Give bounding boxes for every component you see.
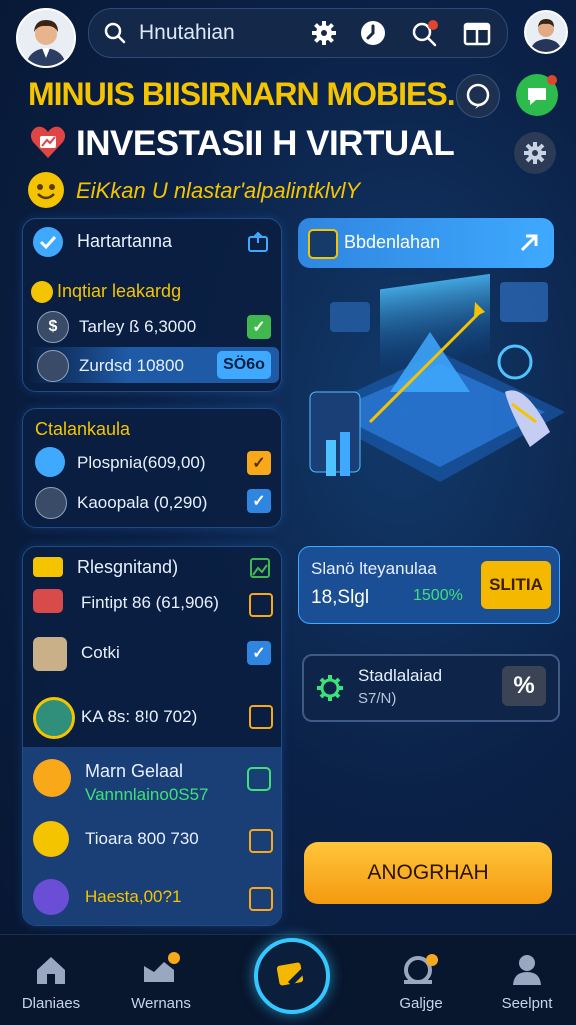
- stats-value: 18,Slgl: [311, 587, 370, 608]
- person-icon: [530, 19, 562, 52]
- stats-label: Slanö lteyanulaa: [311, 559, 437, 578]
- bolt-icon: [33, 821, 69, 857]
- share-button[interactable]: [249, 829, 273, 853]
- cta-button[interactable]: ANOGRHAH: [304, 842, 552, 904]
- share-icon[interactable]: [247, 231, 269, 253]
- chart-icon: [144, 952, 180, 982]
- shield-check-icon: [33, 227, 63, 257]
- row-title: Marn Gelaal: [85, 761, 184, 781]
- assets-panel: Rlesgnitand) Fintipt 86 (61,906) Cotki ✓…: [22, 546, 282, 926]
- row-value: KA 8s: 8!0 702): [81, 707, 198, 726]
- chat-button[interactable]: [456, 74, 500, 118]
- row-value: Tioara 800 730: [85, 829, 199, 848]
- coin-stack-icon: [33, 557, 63, 577]
- gauge-icon: [404, 954, 438, 984]
- share-button[interactable]: [249, 887, 273, 911]
- search-input[interactable]: Hnutahian: [139, 21, 235, 45]
- dollar-icon: $: [37, 311, 69, 343]
- search-notification-icon[interactable]: [411, 20, 439, 48]
- person-icon: [18, 10, 74, 66]
- gear-icon[interactable]: [311, 20, 337, 46]
- home-icon: [37, 957, 65, 984]
- gear-badge-icon: [33, 697, 75, 739]
- row-value: Cotki: [81, 643, 120, 662]
- settings-button[interactable]: [514, 132, 556, 174]
- portfolio-panel: Hartartanna Inqtiar leakardg $ Tarley ß …: [22, 218, 282, 392]
- nav-item-profile[interactable]: Seelpnt: [482, 995, 572, 1012]
- value-badge[interactable]: SÖ6o: [217, 351, 271, 379]
- globe-icon: [33, 879, 69, 915]
- status-value: S7/N): [358, 690, 397, 707]
- panel-title: Rlesgnitand): [77, 557, 179, 577]
- image-icon[interactable]: [249, 557, 271, 579]
- home-icon: [33, 637, 67, 671]
- share-button[interactable]: [249, 705, 273, 729]
- pen-icon: [35, 447, 65, 477]
- calculator-panel: Ctalankaula Plospnia(609,00) ✓ Kaoopala …: [22, 408, 282, 528]
- page-headline: MINUIS BIISIRNARN MOBIES.: [28, 76, 456, 112]
- row-value: Kaoopala (0,290): [77, 493, 208, 512]
- center-action-button[interactable]: [254, 938, 330, 1014]
- stats-change: 1500%: [413, 587, 463, 604]
- promo-card[interactable]: Bbdenlahan: [298, 218, 554, 268]
- layout-icon[interactable]: [463, 22, 491, 46]
- checkbox-checked[interactable]: ✓: [247, 315, 271, 339]
- row-value: Zurdsd 10800: [79, 356, 184, 375]
- row-subtitle: Vannnlaino0S57: [85, 785, 209, 804]
- person-icon: [513, 955, 541, 985]
- panel-subtitle: Inqtiar leakardg: [57, 281, 182, 301]
- stats-card[interactable]: Slanö lteyanulaa 18,Slgl 1500% SLITIA: [298, 546, 560, 624]
- pencil-icon: [276, 962, 308, 986]
- investment-illustration: [309, 273, 565, 482]
- tag-icon: [37, 350, 69, 382]
- message-button[interactable]: [516, 74, 558, 116]
- shield-icon: [35, 487, 67, 519]
- checkbox-blue[interactable]: ✓: [247, 641, 271, 665]
- percent-badge[interactable]: %: [502, 666, 546, 706]
- row-value: Plospnia(609,00): [77, 453, 206, 472]
- chat-icon: [466, 83, 490, 109]
- save-button[interactable]: [249, 593, 273, 617]
- user-avatar[interactable]: [16, 8, 76, 68]
- row-value: Haesta,00?1: [85, 887, 182, 906]
- stats-action-button[interactable]: SLITIA: [481, 561, 551, 609]
- coin-icon: [31, 281, 53, 303]
- page-subtitle: EiKkan U nlastar'alpalintklvlY: [76, 178, 361, 203]
- clock-icon[interactable]: [359, 19, 387, 47]
- smile-icon: [37, 184, 55, 200]
- promo-label: Bbdenlahan: [344, 232, 441, 252]
- nav-item-home[interactable]: Dlaniaes: [6, 995, 96, 1012]
- row-value: Tarley ß 6,3000: [79, 317, 197, 336]
- card-icon: [33, 589, 63, 613]
- wallet-icon: [308, 229, 338, 259]
- heart-chart-icon: [30, 126, 66, 158]
- search-bar[interactable]: Hnutahian: [88, 8, 508, 58]
- row-value: Fintipt 86 (61,906): [81, 593, 219, 612]
- page-title: INVESTASII H VIRTUAL: [76, 124, 455, 163]
- panel-title: Hartartanna: [77, 231, 173, 251]
- search-icon: [104, 22, 126, 44]
- nav-item-gauge[interactable]: Galjge: [376, 995, 466, 1012]
- panel-title: Ctalankaula: [35, 419, 131, 439]
- gear-icon: [524, 142, 546, 164]
- megaphone-icon: [33, 759, 71, 797]
- nav-item-markets[interactable]: Wernans: [116, 995, 206, 1012]
- message-icon: [528, 75, 557, 105]
- refresh-button[interactable]: [247, 767, 271, 791]
- status-card[interactable]: Stadlalaiad S7/N) %: [302, 654, 560, 722]
- checkbox-orange[interactable]: ✓: [247, 451, 271, 475]
- arrow-up-right-icon: [520, 234, 538, 252]
- emoji-icon: [28, 172, 64, 208]
- status-title: Stadlalaiad: [358, 666, 443, 685]
- gear-icon: [317, 675, 343, 701]
- checkbox-blue[interactable]: ✓: [247, 489, 271, 513]
- profile-avatar[interactable]: [524, 10, 568, 54]
